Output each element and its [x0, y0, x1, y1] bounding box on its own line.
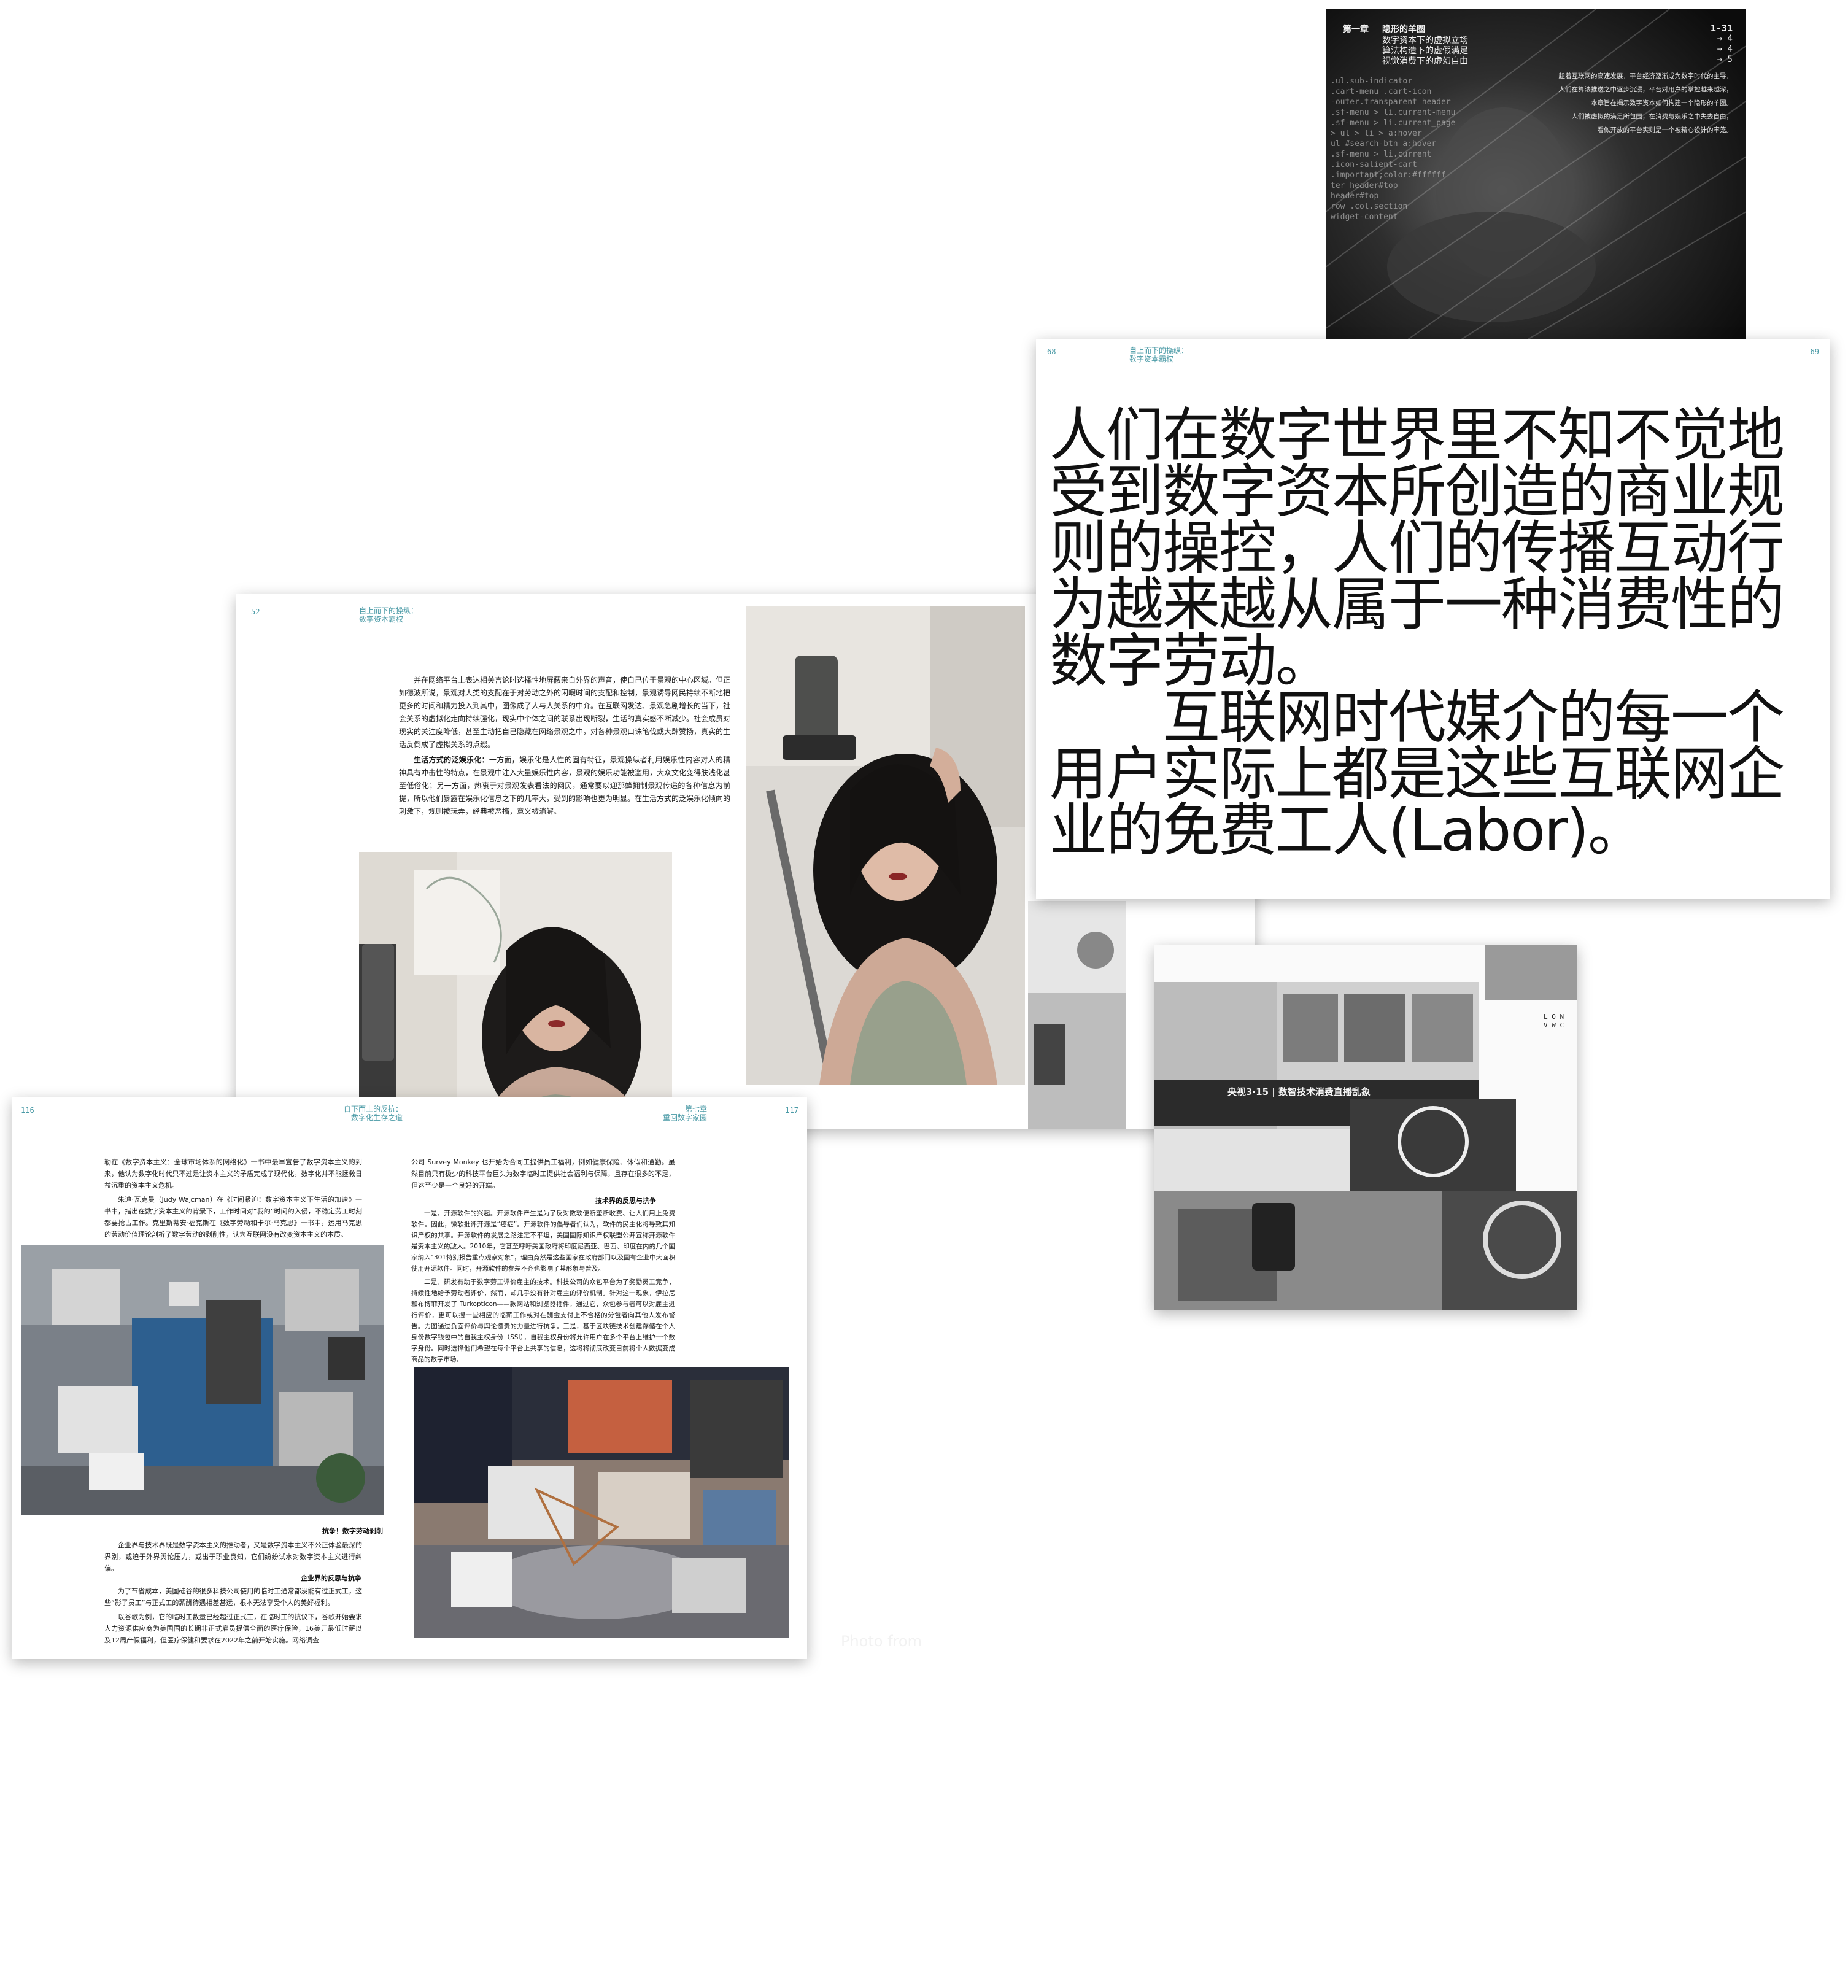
quote-line: 受到数字资本所创造的商业规: [1050, 458, 1785, 525]
watermark-text: Photo from: [841, 1633, 922, 1650]
running-head-left: 自下而上的反抗： 数字化生存之道: [344, 1105, 403, 1122]
bold-lead: 生活方式的泛娱乐化：: [414, 756, 489, 764]
side-letter: N: [1560, 1013, 1564, 1021]
photo-collage-room-left: [21, 1245, 384, 1515]
quote-page: 68 69 自上而下的操纵： 数字资本霸权 人们在数字世界里不知不觉地 受到数字…: [1036, 339, 1830, 899]
running-head: 自上而下的操纵： 数字资本霸权: [359, 606, 418, 624]
pull-quote: 人们在数字世界里不知不觉地 受到数字资本所创造的商业规 则的操控，人们的传播互动…: [1050, 402, 1823, 864]
code-line: .ul.sub-indicator: [1331, 77, 1413, 86]
cover-text-line: 本章旨在揭示数字资本如何构建一个隐形的羊圈。: [1591, 99, 1733, 107]
side-letter: W: [1552, 1021, 1556, 1029]
section-heading: 技术界的反思与抗争: [595, 1197, 656, 1205]
page-range: 1-31: [1710, 23, 1733, 34]
side-letter: V: [1544, 1021, 1548, 1029]
page-number-left: 68: [1047, 347, 1056, 356]
paragraph: 公司 Survey Monkey 也开始为合同工提供员工福利，例如健康保险、休假…: [411, 1158, 675, 1189]
chapter-title: 隐形的羊圈: [1382, 25, 1425, 34]
paragraph: 企业界与技术界既是数字资本主义的推动者，又是数字资本主义不公正体验最深的界别，或…: [104, 1541, 362, 1572]
page-number-left: 116: [21, 1106, 34, 1115]
running-head-line: 自上而下的操纵：: [1129, 346, 1189, 355]
left-page-text-top: 勒在《数字资本主义：全球市场体系的网络化》一书中最早宣告了数字资本主义的到来，他…: [104, 1156, 362, 1243]
paragraph: 生活方式的泛娱乐化：一方面，娱乐化是人性的固有特征，景观操纵者利用娱乐性内容对人…: [399, 754, 730, 818]
side-letter: L: [1544, 1013, 1548, 1021]
section-heading: 抗争！数字劳动剥削: [322, 1527, 383, 1535]
code-line: .important;color:#ffffff: [1331, 171, 1446, 180]
collage-images: [1154, 945, 1577, 1310]
paragraph: 一是，开源软件的兴起。开源软件产生是为了反对数软便断垄断收费、让人们用上免费软件…: [411, 1210, 675, 1272]
paragraph: 勒在《数字资本主义：全球市场体系的网络化》一书中最早宣告了数字资本主义的到来，他…: [104, 1158, 362, 1189]
paragraph: 二是，研发有助于数字劳工评价雇主的技术。科技公司的众包平台为了奖励员工竞争，持续…: [411, 1278, 675, 1363]
section-heading: 企业界的反思与抗争: [301, 1574, 361, 1582]
chapter-cover-page: .ul.sub-indicator .cart-menu .cart-icon -o…: [1326, 9, 1746, 371]
mid-body-text: 并在网络平台上表达相关言论时选择性地屏蔽来自外界的声音，使自己位于景观的中心区域…: [399, 674, 730, 821]
paragraph-rest: 一方面，娱乐化是人性的固有特征，景观操纵者利用娱乐性内容对人的精神具有冲击性的特…: [399, 756, 731, 816]
page-number-left: 52: [251, 608, 260, 616]
running-head-line: 数字资本霸权: [359, 615, 404, 624]
livestream-collage-sheet: 央视3·15 | 数智技术消费直播乱象 L O N V W C: [1154, 945, 1577, 1310]
quote-line: 用户实际上都是这些互联网企: [1050, 741, 1785, 808]
photo-livestream-strip: [1028, 901, 1126, 1129]
code-line: .cart-menu .cart-icon: [1331, 87, 1432, 96]
page-number-right: 117: [785, 1106, 798, 1115]
running-head-line: 数字资本霸权: [1129, 355, 1174, 363]
code-line: .sf-menu > li.current: [1331, 150, 1432, 159]
right-page-text-top: 公司 Survey Monkey 也开始为合同工提供员工福利，例如健康保险、休假…: [411, 1156, 675, 1194]
toc-page: → 5: [1717, 55, 1733, 64]
photo-woman-phone-small: [359, 852, 672, 1129]
photo-collage-room-right: [414, 1367, 789, 1638]
code-line: .sf-menu > li.current_page: [1331, 118, 1456, 128]
quote-line: 则的操控，人们的传播互动行: [1050, 515, 1785, 582]
running-head: 自上而下的操纵： 数字资本霸权: [1129, 346, 1188, 363]
left-page-text-bottom: 企业界与技术界既是数字资本主义的推动者，又是数字资本主义不公正体验最深的界别，或…: [104, 1539, 362, 1577]
toc-page: → 4: [1717, 44, 1733, 54]
running-head-line: 第七章: [685, 1105, 708, 1113]
quote-line: 业的免费工人(Labor)。: [1050, 797, 1645, 864]
quote-line: 为越来越从属于一种消费性的: [1050, 571, 1785, 638]
side-letter: C: [1560, 1021, 1564, 1029]
quote-line: 数字劳动。: [1050, 628, 1333, 695]
toc-line: 视觉消费下的虚幻自由: [1382, 56, 1468, 66]
quote-line: 互联网时代媒介的每一个: [1050, 684, 1785, 751]
code-line: -outer.transparent header: [1331, 98, 1451, 107]
left-page-text-end: 为了节省成本，美国硅谷的很多科技公司使用的临时工通常都没能有过正式工，这些“影子…: [104, 1585, 362, 1649]
photo-woman-phone-large: [746, 606, 1025, 1085]
toc-page: → 4: [1717, 34, 1733, 44]
running-head-line: 数字化生存之道: [351, 1113, 403, 1122]
cover-text-line: 趁着互联网的高速发展，平台经济逐渐成为数字时代的主导，: [1558, 72, 1733, 80]
side-letter: O: [1552, 1013, 1556, 1021]
page-number-right: 69: [1810, 347, 1819, 356]
code-line: header#top: [1331, 191, 1379, 201]
chapter-label: 第一章: [1343, 25, 1369, 34]
code-line: row .col.section: [1331, 202, 1408, 211]
running-head-line: 重回数字家园: [663, 1113, 708, 1122]
code-line: > ul > li > a:hover: [1331, 129, 1422, 138]
running-head-right: 第七章 重回数字家园: [663, 1105, 707, 1122]
paragraph: 以谷歌为例，它的临时工数量已经超过正式工，在临时工的抗议下，谷歌开始要求人力资源…: [104, 1613, 362, 1644]
code-line: .icon-salient-cart: [1331, 160, 1417, 169]
code-line: widget-content: [1331, 212, 1398, 222]
running-head-line: 自上而下的操纵：: [359, 606, 419, 615]
code-line: ter header#top: [1331, 181, 1398, 190]
collage-banner: 央视3·15 | 数智技术消费直播乱象: [1227, 1086, 1371, 1097]
right-page-text-body: 一是，开源软件的兴起。开源软件产生是为了反对数软便断垄断收费、让人们用上免费软件…: [411, 1208, 675, 1367]
code-line: .sf-menu > li.current-menu: [1331, 108, 1456, 117]
paragraph: 并在网络平台上表达相关言论时选择性地屏蔽来自外界的声音，使自己位于景观的中心区域…: [399, 676, 731, 749]
cover-text-line: 人们被虚拟的满足所包围，在消费与娱乐之中失去自由，: [1571, 113, 1733, 120]
cover-text-line: 看似开放的平台实则是一个被精心设计的牢笼。: [1597, 126, 1733, 134]
cover-intro-text: 趁着互联网的高速发展，平台经济逐渐成为数字时代的主导， 人们在算法推送之中逐步沉…: [1506, 69, 1733, 137]
paragraph: 朱迪·瓦克曼（Judy Wajcman）在《时间紧迫：数字资本主义下生活的加速》…: [104, 1196, 362, 1239]
front-spread: 116 自下而上的反抗： 数字化生存之道 第七章 重回数字家园 117 勒在《数…: [12, 1097, 807, 1659]
cover-text-line: 人们在算法推送之中逐步沉浸，平台对用户的掌控越来越深，: [1558, 86, 1733, 93]
code-line: ul #search-btn a:hover: [1331, 139, 1437, 149]
quote-line: 人们在数字世界里不知不觉地: [1050, 402, 1785, 469]
paragraph: 为了节省成本，美国硅谷的很多科技公司使用的临时工通常都没能有过正式工，这些“影子…: [104, 1587, 362, 1607]
side-letters: L O N V W C: [1544, 1013, 1568, 1030]
running-head-line: 自下而上的反抗：: [344, 1105, 403, 1113]
